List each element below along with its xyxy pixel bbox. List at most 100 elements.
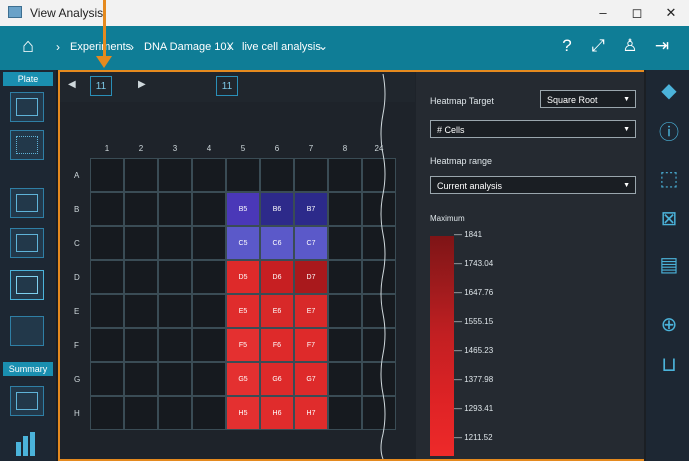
plate-well[interactable] [90,362,124,396]
plate-well[interactable] [192,260,226,294]
home-icon[interactable]: ⌂ [22,35,34,58]
plate-well[interactable] [192,192,226,226]
plate-well[interactable] [328,192,362,226]
plate-well[interactable] [90,192,124,226]
plate-well[interactable]: G5 [226,362,260,396]
help-icon[interactable]: ? [555,36,579,56]
maximize-button[interactable]: ◻ [624,3,650,23]
image-view-button[interactable] [10,316,44,346]
plate-well[interactable] [328,328,362,362]
plate-well[interactable] [124,294,158,328]
plate-well[interactable] [192,158,226,192]
plate-well[interactable] [158,396,192,430]
plate-well[interactable]: H7 [294,396,328,430]
plate-well[interactable] [124,192,158,226]
grid-view-button[interactable] [10,188,44,218]
plate-well[interactable] [90,226,124,260]
plate-well[interactable]: E5 [226,294,260,328]
user-icon[interactable]: ♙ [618,36,642,56]
plate-page-box[interactable]: 11 [216,76,238,96]
plate-well[interactable]: E7 [294,294,328,328]
plate-view-button[interactable] [10,92,44,122]
plate-well[interactable] [192,294,226,328]
plate-well[interactable] [328,226,362,260]
plate-well[interactable] [158,158,192,192]
plate-well[interactable] [124,362,158,396]
plate-well[interactable] [158,294,192,328]
plate-well[interactable]: C6 [260,226,294,260]
plate-well[interactable] [192,226,226,260]
prev-arrow-icon[interactable]: ◀ [68,79,76,90]
plate-well[interactable] [90,158,124,192]
plate-well[interactable]: D6 [260,260,294,294]
plate-well[interactable]: F7 [294,328,328,362]
minimize-button[interactable]: – [590,3,616,23]
plate-well[interactable]: G6 [260,362,294,396]
logout-icon[interactable]: ⇥ [650,36,674,56]
scale-select[interactable]: Square Root ▼ [540,90,636,108]
summary-grid-button[interactable] [10,386,44,416]
scatter-view-button[interactable] [10,130,44,160]
plate-well[interactable]: B5 [226,192,260,226]
plate-well[interactable]: G7 [294,362,328,396]
plate-well[interactable] [192,362,226,396]
plate-well[interactable] [90,260,124,294]
plate-well[interactable]: B7 [294,192,328,226]
info-icon[interactable]: ⓘ [656,120,682,146]
plate-well[interactable] [158,192,192,226]
add-basket-icon[interactable]: ⊕ [656,312,682,338]
plate-well[interactable] [158,362,192,396]
plate-well[interactable] [192,328,226,362]
plate-well[interactable] [328,396,362,430]
plate-well[interactable] [328,158,362,192]
plate-well[interactable] [124,396,158,430]
plate-well[interactable] [90,396,124,430]
close-button[interactable]: ✕ [658,3,684,23]
breadcrumb-analysis[interactable]: live cell analysis [242,41,321,53]
current-plate-box[interactable]: 11 [90,76,112,96]
add-document-icon[interactable]: ▤ [656,252,682,278]
plate-well[interactable]: B6 [260,192,294,226]
plate-well[interactable] [158,328,192,362]
plate-well[interactable] [90,294,124,328]
plate-well[interactable] [124,158,158,192]
plate-well[interactable]: D5 [226,260,260,294]
plate-well[interactable] [260,158,294,192]
plate-well[interactable] [158,226,192,260]
plate-well[interactable] [124,226,158,260]
plate-well[interactable] [158,260,192,294]
plate-well[interactable] [328,362,362,396]
next-arrow-icon[interactable]: ▶ [138,79,146,90]
range-select[interactable]: Current analysis ▼ [430,176,636,194]
breadcrumb-experiment[interactable]: DNA Damage 10X [144,41,234,53]
plate-well[interactable] [226,158,260,192]
plate-well[interactable] [192,396,226,430]
deselect-icon[interactable]: ⊠ [656,206,682,232]
bar-chart-icon[interactable] [10,430,44,460]
fullscreen-icon[interactable]: ⤢ [586,36,610,56]
plate-well[interactable]: C5 [226,226,260,260]
plate-well[interactable]: C7 [294,226,328,260]
plate-well[interactable]: F6 [260,328,294,362]
plate-well[interactable] [328,260,362,294]
plate-well[interactable] [90,328,124,362]
wells-view-button[interactable] [10,228,44,258]
paint-bucket-icon[interactable]: ◆ [656,78,682,104]
plate-well[interactable]: H5 [226,396,260,430]
heatmap-settings-panel: Heatmap Target Square Root ▼ # Cells ▼ H… [416,72,644,459]
plate-well[interactable] [124,260,158,294]
plate-well[interactable]: E6 [260,294,294,328]
scale-tick-label: — 1841 [454,230,483,239]
basket-icon[interactable]: ⊔ [656,352,682,378]
plate-well[interactable]: H6 [260,396,294,430]
plate-well[interactable] [124,328,158,362]
metric-select[interactable]: # Cells ▼ [430,120,636,138]
select-cursor-icon[interactable]: ⬚ [656,166,682,192]
breadcrumb-experiments[interactable]: Experiments [70,41,131,53]
plate-well[interactable] [294,158,328,192]
chevron-down-icon[interactable]: ⌄ [318,39,328,53]
plate-well[interactable]: D7 [294,260,328,294]
plate-well[interactable]: F5 [226,328,260,362]
plate-well[interactable] [328,294,362,328]
heatmap-view-button[interactable] [10,270,44,300]
